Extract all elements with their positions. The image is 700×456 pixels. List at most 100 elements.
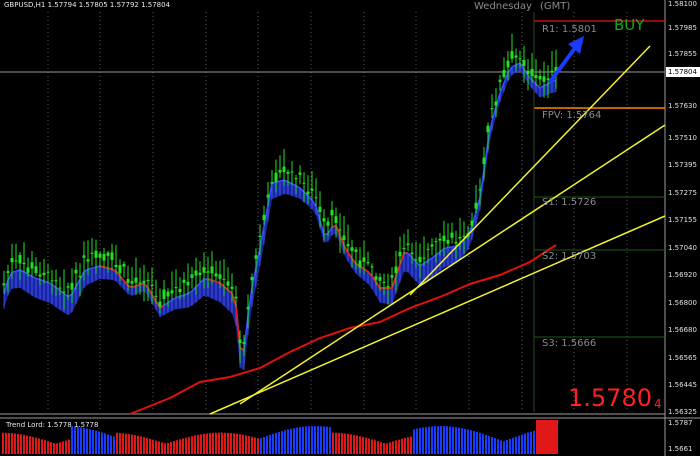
histogram-bar: [2, 432, 4, 454]
price-tick: 1.57155: [668, 216, 697, 224]
candle-body: [242, 341, 246, 344]
candle-body: [130, 281, 134, 284]
candle-body: [26, 267, 30, 273]
histogram-bar: [530, 431, 532, 454]
histogram-bar: [149, 438, 151, 454]
candle-body: [310, 188, 314, 191]
histogram-bar: [131, 434, 133, 454]
histogram-bar: [413, 429, 415, 454]
candle-body: [210, 266, 214, 274]
candle-body: [358, 260, 362, 268]
candle-body: [14, 260, 18, 262]
histogram-bar: [344, 433, 346, 454]
candle-body: [186, 281, 190, 286]
candle-body: [22, 262, 26, 265]
histogram-bar: [116, 432, 118, 454]
candle-body: [530, 69, 534, 77]
candle-body: [214, 273, 218, 277]
histogram-bar: [392, 441, 394, 454]
price-tick: 1.56325: [668, 408, 697, 416]
candle-body: [454, 241, 458, 244]
candle-body: [398, 251, 402, 257]
histogram-bar: [89, 429, 91, 454]
candle-body: [326, 221, 330, 226]
candle-body: [282, 166, 286, 173]
candle-body: [514, 55, 518, 58]
histogram-bar: [278, 431, 280, 454]
candle-body: [2, 283, 6, 286]
histogram-bar: [35, 437, 37, 454]
histogram-bar: [503, 441, 505, 454]
candle-body: [262, 214, 266, 221]
candle-body: [526, 70, 530, 74]
histogram-bar: [335, 432, 337, 454]
histogram-bar: [452, 426, 454, 454]
candle-body: [6, 271, 10, 273]
candle-body: [90, 252, 94, 254]
candle-body: [446, 239, 450, 244]
histogram-bar-last: [536, 420, 558, 454]
candle-body: [290, 171, 294, 173]
candle-body: [402, 248, 406, 250]
candle-body: [38, 274, 42, 277]
histogram-bar: [158, 441, 160, 454]
candle-body: [286, 171, 290, 174]
histogram-bar: [290, 428, 292, 454]
histogram-bar: [227, 432, 229, 454]
histogram-bar: [455, 427, 457, 454]
histogram-bar: [434, 426, 436, 454]
candle-body: [278, 169, 282, 173]
histogram-bar: [224, 432, 226, 454]
histogram-bar: [50, 442, 52, 454]
price-tick: 1.57275: [668, 189, 697, 197]
trading-chart-window[interactable]: GBPUSD,H1 1.57794 1.57805 1.57792 1.5780…: [0, 0, 700, 456]
candle-body: [418, 256, 422, 263]
histogram-bar: [143, 437, 145, 454]
candle-body: [206, 271, 210, 273]
histogram-bar: [380, 442, 382, 454]
candle-body: [102, 253, 106, 261]
histogram-bar: [275, 432, 277, 454]
candle-body: [390, 275, 394, 278]
candle-body: [414, 259, 418, 261]
histogram-bar: [269, 434, 271, 454]
histogram-bar: [248, 435, 250, 454]
histogram-bar: [53, 442, 55, 454]
histogram-bar: [515, 436, 517, 454]
price-tick: 1.57630: [668, 102, 697, 110]
current-price-main: 1.5780: [568, 384, 652, 412]
histogram-bar: [83, 427, 85, 454]
histogram-bar: [533, 430, 535, 454]
buy-signal-label: BUY: [614, 16, 645, 34]
histogram-bar: [284, 430, 286, 454]
histogram-bar: [233, 433, 235, 454]
s2-level-label: S2: 1.5703: [542, 251, 597, 262]
histogram-bar: [431, 426, 433, 454]
candle-body: [442, 235, 446, 242]
histogram-bar: [386, 443, 388, 454]
histogram-bar: [302, 426, 304, 454]
candle-body: [478, 189, 482, 191]
histogram-bar: [26, 435, 28, 454]
candle-body: [510, 51, 514, 59]
histogram-bar: [293, 428, 295, 454]
histogram-bar: [317, 426, 319, 454]
histogram-bar: [476, 431, 478, 454]
histogram-bar: [14, 433, 16, 454]
candle-body: [246, 307, 250, 310]
histogram-bar: [299, 427, 301, 454]
histogram-bar: [125, 433, 127, 454]
price-tick: 1.57855: [668, 50, 697, 58]
histogram-bar: [326, 426, 328, 454]
histogram-bar: [323, 426, 325, 454]
histogram-bar: [287, 429, 289, 454]
indicator-label: Trend Lord: 1.5778 1.5778: [6, 421, 99, 429]
histogram-bar: [239, 434, 241, 454]
candle-body: [238, 339, 242, 344]
histogram-bar: [368, 438, 370, 454]
histogram-bar: [218, 432, 220, 454]
histogram-bar: [101, 432, 103, 454]
r1-level-label: R1: 1.5801: [542, 24, 597, 35]
histogram-bar: [311, 426, 313, 454]
current-price-marker: 1.57804: [666, 67, 700, 77]
